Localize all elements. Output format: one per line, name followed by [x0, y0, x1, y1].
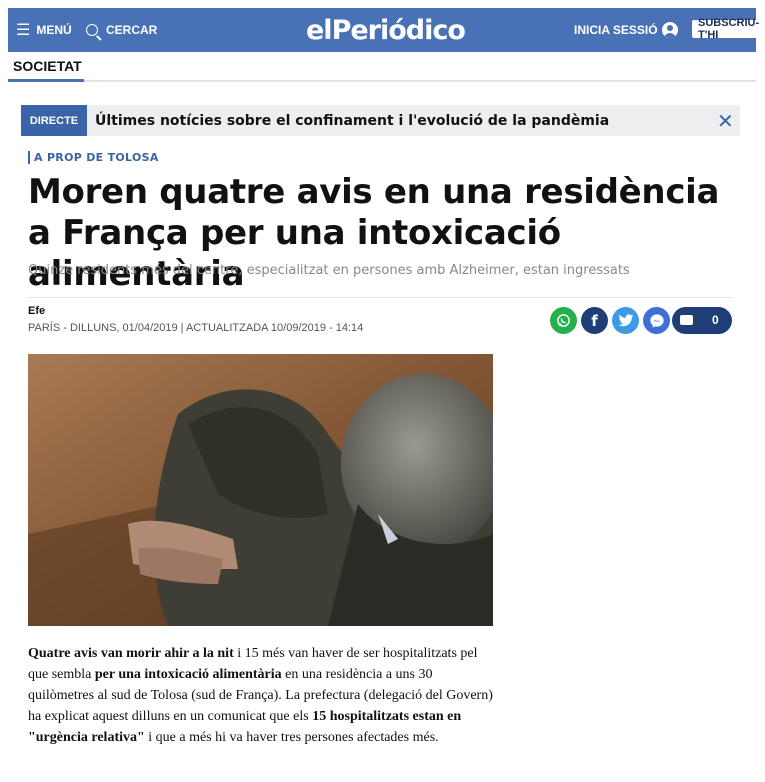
- close-icon[interactable]: ✕: [717, 109, 734, 133]
- comment-icon: [680, 315, 693, 325]
- twitter-icon[interactable]: [612, 307, 639, 334]
- subscribe-button[interactable]: SUBSCRIU-T'HI: [692, 17, 765, 41]
- body-bold-2: per una intoxicació alimentària: [94, 667, 282, 682]
- hamburger-icon: ☰: [16, 22, 31, 39]
- menu-button[interactable]: ☰ MENÚ: [16, 8, 72, 52]
- body-bold-1: Quatre avis van morir ahir a la nit: [28, 646, 234, 661]
- live-headline-link[interactable]: Últimes notícies sobre el confinament i …: [95, 113, 609, 129]
- facebook-icon[interactable]: f: [581, 307, 608, 334]
- section-underline: [8, 79, 84, 82]
- section-divider: [8, 80, 756, 82]
- search-label: CERCAR: [106, 23, 158, 37]
- messenger-icon[interactable]: [643, 307, 670, 334]
- comments-button[interactable]: 0: [672, 307, 732, 334]
- body-text-3: i que a més hi va haver tres persones af…: [144, 730, 439, 745]
- section-link[interactable]: SOCIETAT: [13, 58, 82, 74]
- login-label: INICIA SESSIÓ: [574, 23, 658, 37]
- menu-label: MENÚ: [36, 23, 72, 37]
- live-news-bar[interactable]: DIRECTE Últimes notícies sobre el confin…: [21, 105, 740, 136]
- article-kicker: A PROP DE TOLOSA: [28, 151, 159, 164]
- article-dateline: PARÍS - DILLUNS, 01/04/2019 | ACTUALITZA…: [28, 322, 364, 334]
- user-icon: [661, 22, 678, 38]
- top-banner-strip: [0, 0, 765, 8]
- search-button[interactable]: CERCAR: [86, 8, 157, 52]
- login-button[interactable]: INICIA SESSIÓ: [574, 8, 678, 52]
- live-tag: DIRECTE: [21, 105, 87, 136]
- search-icon: [86, 24, 98, 36]
- site-logo[interactable]: elPeriódico: [306, 15, 466, 46]
- whatsapp-icon[interactable]: [550, 307, 577, 334]
- meta-divider: [28, 297, 732, 298]
- comments-count: 0: [712, 313, 719, 327]
- article-subtitle: Quinze residents més del centre, especia…: [28, 263, 630, 278]
- article-photo[interactable]: [28, 354, 493, 626]
- article-body: Quatre avis van morir ahir a la nit i 15…: [28, 643, 498, 748]
- article-author[interactable]: Efe: [28, 305, 45, 317]
- site-header: ☰ MENÚ CERCAR elPeriódico INICIA SESSIÓ …: [8, 8, 765, 52]
